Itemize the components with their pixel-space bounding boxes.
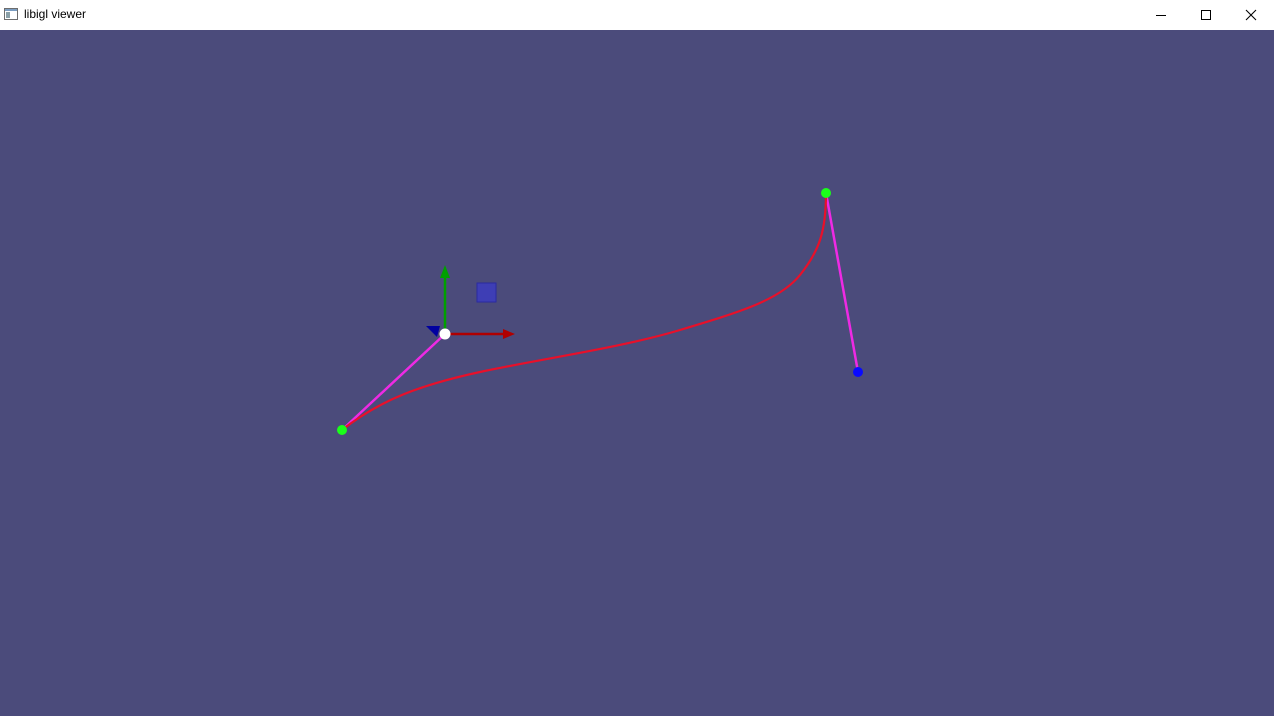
control-point-end[interactable] [821, 188, 831, 198]
handle-line-end [824, 192, 860, 373]
maximize-button[interactable] [1183, 0, 1229, 30]
minimize-button[interactable] [1138, 0, 1184, 30]
bezier-curve [341, 192, 828, 431]
app-window-icon [4, 8, 18, 20]
3d-viewport[interactable] [0, 30, 1274, 716]
scene-canvas[interactable] [0, 30, 1274, 716]
maximize-icon [1201, 10, 1211, 20]
selected-handle-point[interactable] [439, 328, 451, 340]
gizmo-x-arrowhead[interactable] [503, 329, 515, 339]
window-titlebar[interactable]: libigl viewer [0, 0, 1274, 30]
window-title: libigl viewer [24, 7, 87, 21]
gizmo-plane-handle[interactable] [476, 282, 497, 303]
control-point-start[interactable] [337, 425, 347, 435]
handle-line-start [341, 333, 446, 431]
gizmo-y-arrowhead[interactable] [440, 265, 450, 278]
minimize-icon [1156, 15, 1166, 16]
close-icon [1245, 9, 1257, 21]
end-handle-point[interactable] [853, 367, 863, 377]
gizmo-z-arrowhead[interactable] [426, 326, 440, 337]
transform-gizmo[interactable] [426, 265, 515, 339]
close-button[interactable] [1228, 0, 1274, 30]
